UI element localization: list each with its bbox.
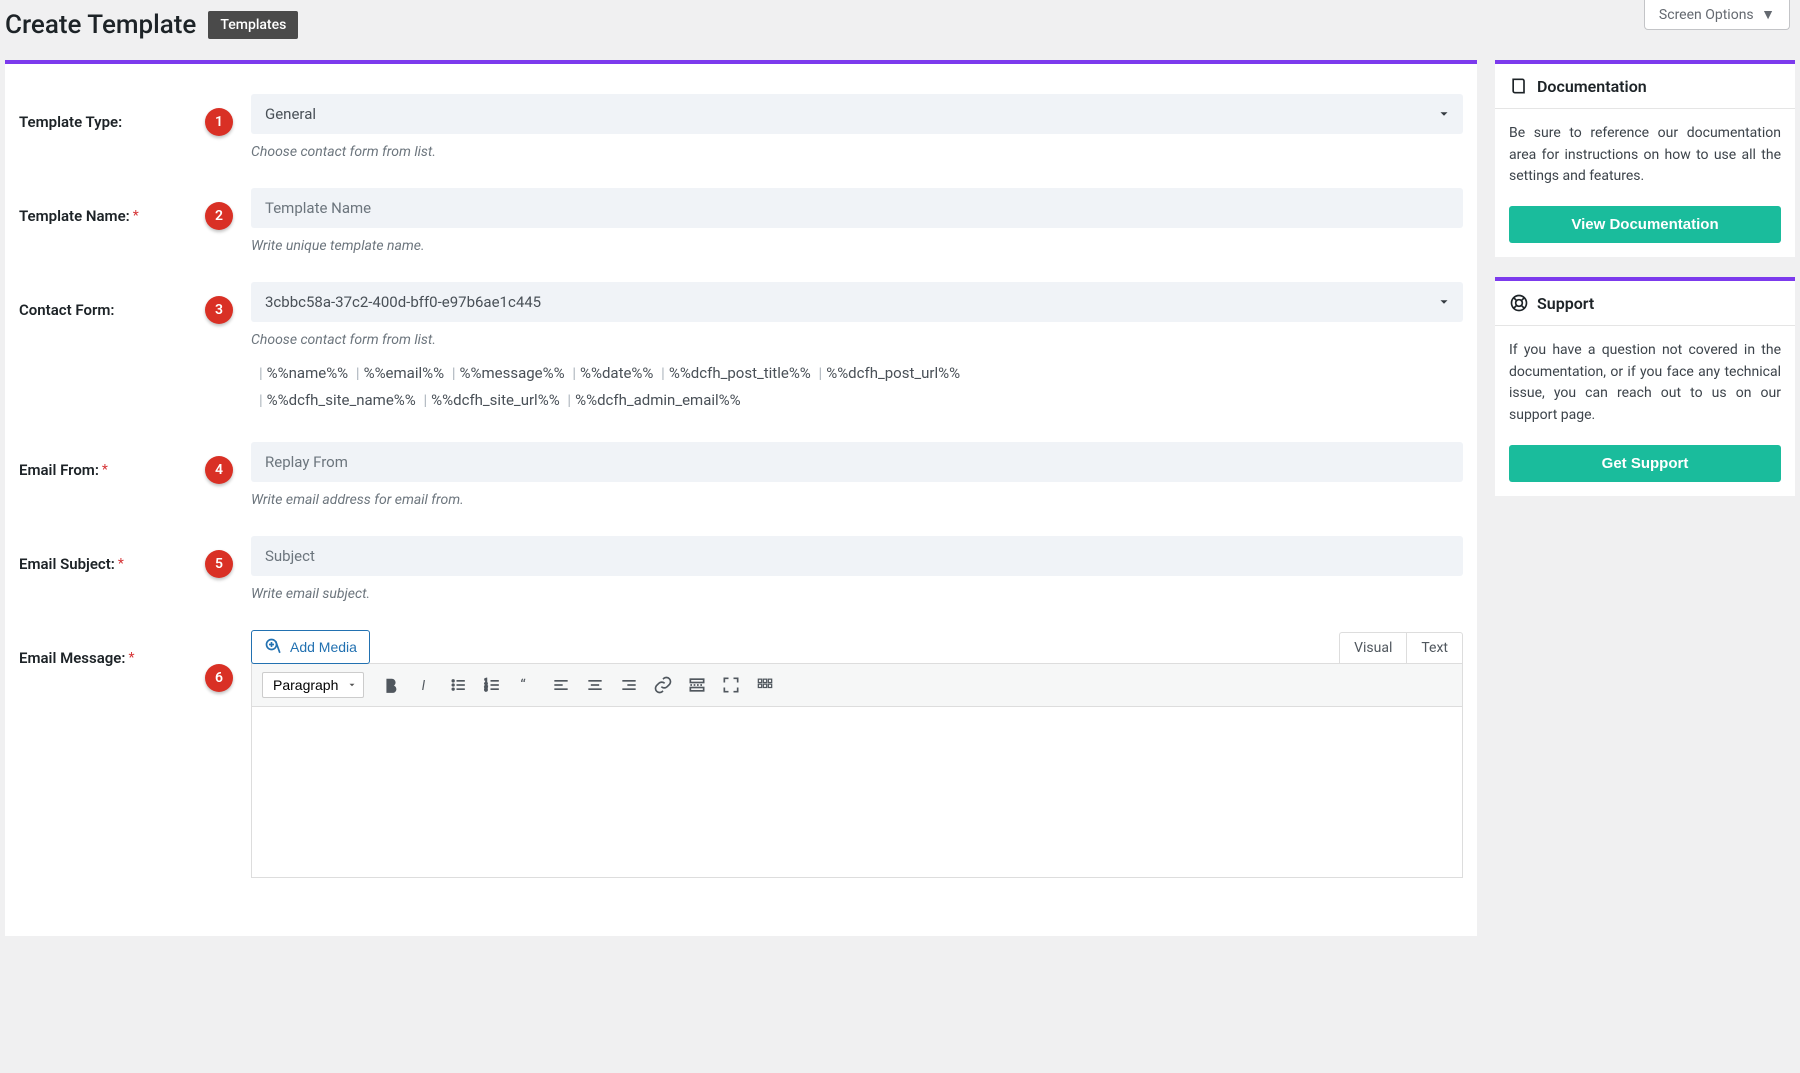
row-email-message: Email Message:* 6 Add Media Visual Text (19, 630, 1463, 878)
token[interactable]: %%dcfh_site_name%% (267, 391, 416, 409)
svg-text:“: “ (520, 676, 526, 694)
token[interactable]: %%dcfh_post_title%% (669, 364, 811, 382)
templates-link[interactable]: Templates (208, 11, 298, 39)
tab-visual[interactable]: Visual (1339, 632, 1406, 664)
chevron-down-icon: ▼ (1761, 7, 1775, 23)
badge-3: 3 (205, 296, 233, 324)
italic-icon[interactable]: I (410, 670, 440, 700)
token[interactable]: %%date%% (580, 364, 653, 382)
add-media-button[interactable]: Add Media (251, 630, 370, 664)
bold-icon[interactable]: B (376, 670, 406, 700)
label-email-from: Email From: (19, 461, 99, 479)
input-email-subject[interactable] (251, 536, 1463, 576)
help-contact-form: Choose contact form from list. (251, 332, 1463, 348)
svg-text:I: I (422, 679, 426, 694)
svg-text:B: B (386, 679, 395, 694)
required-mark: * (118, 556, 124, 572)
support-text: If you have a question not covered in th… (1509, 340, 1781, 427)
link-icon[interactable] (648, 670, 678, 700)
align-right-icon[interactable] (614, 670, 644, 700)
documentation-box: Documentation Be sure to reference our d… (1495, 60, 1795, 257)
token[interactable]: %%dcfh_admin_email%% (575, 391, 741, 409)
row-email-from: Email From:* 4 Write email address for e… (19, 442, 1463, 508)
screen-options-label: Screen Options (1659, 7, 1754, 23)
badge-6: 6 (205, 664, 233, 692)
required-mark: * (102, 462, 108, 478)
svg-text:3: 3 (485, 687, 488, 693)
token[interactable]: %%dcfh_post_url%% (826, 364, 960, 382)
badge-5: 5 (205, 550, 233, 578)
editor-content[interactable] (252, 707, 1462, 877)
read-more-icon[interactable] (682, 670, 712, 700)
row-contact-form: Contact Form: 3 3cbbc58a-37c2-400d-bff0-… (19, 282, 1463, 414)
token-list: |%%name%% |%%email%% |%%message%% |%%dat… (251, 360, 1463, 414)
align-center-icon[interactable] (580, 670, 610, 700)
token[interactable]: %%message%% (460, 364, 565, 382)
editor-toolbar: Paragraph B I 123 “ (252, 664, 1462, 707)
quote-icon[interactable]: “ (512, 670, 542, 700)
help-template-type: Choose contact form from list. (251, 144, 1463, 160)
documentation-text: Be sure to reference our documentation a… (1509, 123, 1781, 188)
align-left-icon[interactable] (546, 670, 576, 700)
page-header: Create Template Templates (0, 0, 1800, 60)
label-email-message: Email Message: (19, 649, 125, 667)
input-email-from[interactable] (251, 442, 1463, 482)
required-mark: * (133, 208, 139, 224)
select-template-type[interactable]: General (251, 94, 1463, 134)
bullet-list-icon[interactable] (444, 670, 474, 700)
help-template-name: Write unique template name. (251, 238, 1463, 254)
help-email-subject: Write email subject. (251, 586, 1463, 602)
paragraph-select[interactable]: Paragraph (262, 672, 364, 698)
token[interactable]: %%name%% (267, 364, 349, 382)
row-template-type: Template Type: 1 General Choose contact … (19, 94, 1463, 160)
page-title: Create Template (5, 10, 196, 40)
tab-text[interactable]: Text (1406, 632, 1463, 664)
media-icon (264, 637, 284, 657)
support-title: Support (1537, 294, 1594, 313)
numbered-list-icon[interactable]: 123 (478, 670, 508, 700)
main-form-panel: Template Type: 1 General Choose contact … (5, 60, 1477, 936)
lifebuoy-icon (1509, 293, 1529, 313)
toolbar-toggle-icon[interactable] (750, 670, 780, 700)
badge-1: 1 (205, 108, 233, 136)
input-template-name[interactable] (251, 188, 1463, 228)
view-documentation-button[interactable]: View Documentation (1509, 206, 1781, 243)
row-email-subject: Email Subject:* 5 Write email subject. (19, 536, 1463, 602)
badge-4: 4 (205, 456, 233, 484)
fullscreen-icon[interactable] (716, 670, 746, 700)
book-icon (1509, 76, 1529, 96)
token[interactable]: %%dcfh_site_url%% (431, 391, 560, 409)
add-media-label: Add Media (290, 639, 357, 655)
select-contact-form[interactable]: 3cbbc58a-37c2-400d-bff0-e97b6ae1c445 (251, 282, 1463, 322)
support-box: Support If you have a question not cover… (1495, 277, 1795, 496)
token[interactable]: %%email%% (364, 364, 445, 382)
documentation-title: Documentation (1537, 77, 1647, 96)
required-mark: * (128, 650, 134, 666)
screen-options-button[interactable]: Screen Options ▼ (1644, 0, 1790, 30)
badge-2: 2 (205, 202, 233, 230)
row-template-name: Template Name:* 2 Write unique template … (19, 188, 1463, 254)
label-template-name: Template Name: (19, 207, 130, 225)
label-template-type: Template Type: (19, 113, 122, 131)
label-contact-form: Contact Form: (19, 301, 114, 319)
editor-body: Paragraph B I 123 “ (251, 663, 1463, 878)
help-email-from: Write email address for email from. (251, 492, 1463, 508)
get-support-button[interactable]: Get Support (1509, 445, 1781, 482)
label-email-subject: Email Subject: (19, 555, 115, 573)
